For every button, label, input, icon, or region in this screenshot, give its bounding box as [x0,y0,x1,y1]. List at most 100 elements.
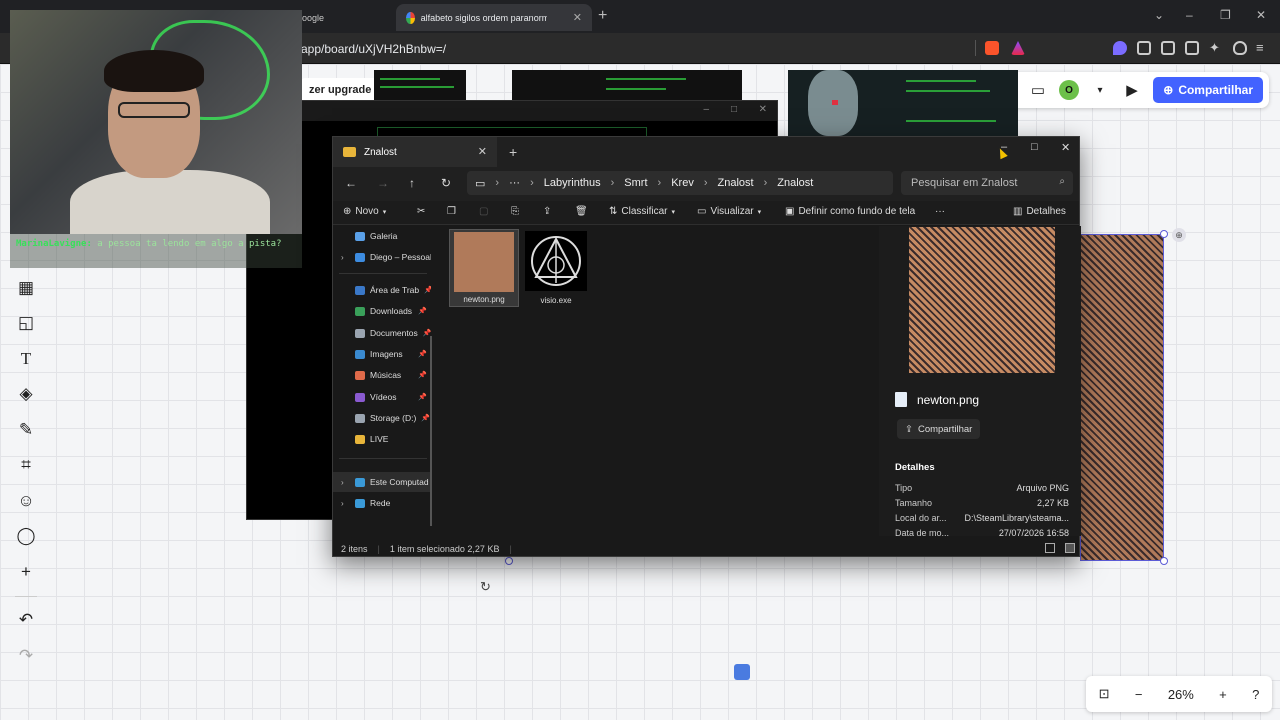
sticky-note-icon[interactable]: ◱ [10,306,42,342]
wallet-icon[interactable] [1185,41,1199,55]
tab-search-icon[interactable]: ⌄ [1154,8,1164,22]
breadcrumb-item[interactable]: Znalost [777,177,813,189]
help-icon[interactable]: ? [1252,687,1259,702]
tiles-view-icon[interactable] [1065,543,1075,553]
minimize-icon[interactable]: – [1186,8,1193,22]
extensions-icon[interactable] [1137,41,1151,55]
comment-icon[interactable]: ◯ [10,519,42,555]
reactions-icon[interactable]: ☺ [10,483,42,519]
back-icon[interactable]: ← [345,176,357,190]
zoom-level[interactable]: 26% [1168,687,1194,702]
plus-icon[interactable]: + [598,7,607,25]
board-sigil-image[interactable] [788,70,1018,136]
chevron-right-icon[interactable]: › [341,253,344,262]
breadcrumb[interactable]: ▭ › ··· › Labyrinthus › Smrt › Krev › Zn… [467,171,893,195]
rotate-icon[interactable]: ↻ [480,579,491,595]
sidebar-item-downloads[interactable]: Downloads 📌 [333,301,431,321]
drag-handle-icon[interactable]: ⊕ [1172,228,1186,242]
file-explorer-window[interactable]: Znalost ✕ + – □ ✕ ← → ↑ ↻ ▭ › ··· › Laby… [332,136,1081,557]
zoom-in-icon[interactable]: + [1219,687,1227,702]
maximize-icon[interactable]: □ [731,104,737,115]
delete-icon[interactable]: 🗑 [575,206,588,217]
shapes-icon[interactable]: ◈ [10,377,42,413]
details-pane-button[interactable]: ▥ Detalhes [1013,206,1066,217]
share-icon[interactable]: ⇪ [543,206,551,217]
copy-icon[interactable]: ❐ [447,206,456,217]
pen-icon[interactable]: ✎ [10,412,42,448]
close-icon[interactable]: ✕ [759,104,767,115]
vpn-shield-icon[interactable] [1233,41,1247,55]
rename-icon[interactable]: ⎘ [511,206,519,217]
sidebar-item-this-pc[interactable]: › Este Computad [333,472,431,492]
sidebar-item-storage[interactable]: Storage (D:) 📌 [333,408,431,428]
maximize-icon[interactable]: □ [1031,141,1038,153]
avatar[interactable]: O [1059,80,1079,100]
chevron-right-icon[interactable]: › [341,499,344,508]
resize-handle[interactable] [1160,230,1168,238]
breadcrumb-item[interactable]: Labyrinthus [544,177,601,189]
browser-tab-active[interactable]: alfabeto sigilos ordem paranormal - Pesq… [396,4,592,31]
zoom-out-icon[interactable]: − [1135,687,1143,702]
sidebar-item-videos[interactable]: Vídeos 📌 [333,387,431,407]
breadcrumb-item[interactable]: Krev [671,177,694,189]
file-item-newton[interactable]: newton.png [449,229,519,307]
sidebar-item-pictures[interactable]: Imagens 📌 [333,344,431,364]
sidebar-item-network[interactable]: › Rede [333,493,431,513]
add-icon[interactable]: + [10,554,42,590]
minimize-icon[interactable]: – [703,104,709,115]
restore-icon[interactable]: ❐ [1220,8,1231,22]
cut-icon[interactable]: ✂ [417,206,425,217]
more-options-icon[interactable]: ··· [935,206,945,217]
sidebar-scrollbar[interactable] [430,336,432,526]
upgrade-button[interactable]: zer upgrade [301,78,380,102]
resize-handle[interactable] [505,557,513,565]
leo-ai-icon[interactable]: ✦ [1209,41,1223,55]
new-button[interactable]: ⊕ Novo ▾ [343,206,386,217]
forward-icon[interactable]: → [377,176,389,190]
chevron-down-icon[interactable]: ▾ [1089,85,1111,96]
translate-icon[interactable] [734,664,750,680]
set-background-button[interactable]: ▣ Definir como fundo de tela [785,206,915,217]
up-icon[interactable]: ↑ [409,176,415,190]
frame-icon[interactable]: ⌗ [10,448,42,484]
brave-rewards-icon[interactable] [1011,41,1025,55]
close-window-icon[interactable]: ✕ [1061,141,1070,154]
details-view-icon[interactable] [1045,543,1055,553]
breadcrumb-item[interactable]: Znalost [718,177,754,189]
brave-shield-icon[interactable] [985,41,999,55]
menu-icon[interactable]: ≡ [1256,41,1270,55]
plus-icon[interactable]: + [509,144,517,160]
details-share-button[interactable]: ⇪ Compartilhar [897,419,981,439]
chevron-right-icon[interactable]: › [341,478,344,487]
sidebar-item-onedrive[interactable]: › Diego – Pessoal [333,247,431,267]
newton-image-on-board[interactable] [1080,234,1164,561]
sidebar-item-galeria[interactable]: Galeria [333,226,431,246]
undo-icon[interactable]: ↶ [10,603,42,639]
templates-icon[interactable]: ▦ [10,270,42,306]
fit-screen-icon[interactable]: ⊡ [1099,686,1110,702]
close-icon[interactable]: ✕ [478,145,487,158]
breadcrumb-item[interactable]: Smrt [624,177,647,189]
file-item-visio[interactable]: visio.exe [521,229,591,307]
url-field[interactable]: app/board/uXjVH2hBnbw=/ [301,42,446,56]
close-icon[interactable]: ✕ [573,11,582,24]
sidebar-icon[interactable] [1161,41,1175,55]
sidebar-item-live[interactable]: LIVE [333,429,431,449]
paste-icon[interactable]: ▢ [479,206,488,217]
sidebar-item-desktop[interactable]: Área de Trab 📌 [333,280,431,300]
video-call-icon[interactable]: ▭ [1027,81,1049,99]
view-button[interactable]: ▭ Visualizar ▾ [697,206,761,217]
extension-drop-icon[interactable] [1113,41,1127,55]
text-icon[interactable]: T [10,341,42,377]
sort-button[interactable]: ⇅ Classificar ▾ [609,206,675,217]
sidebar-item-documents[interactable]: Documentos 📌 [333,323,431,343]
share-button[interactable]: ⊕ Compartilhar [1153,77,1263,103]
close-window-icon[interactable]: ✕ [1256,8,1266,22]
present-icon[interactable]: ▶ [1121,81,1143,99]
refresh-icon[interactable]: ↻ [441,176,451,190]
sidebar-item-music[interactable]: Músicas 📌 [333,365,431,385]
explorer-tab[interactable]: Znalost ✕ [333,137,497,167]
resize-handle[interactable] [1160,557,1168,565]
board-code-image[interactable] [374,70,466,100]
redo-icon[interactable]: ↷ [10,638,42,674]
